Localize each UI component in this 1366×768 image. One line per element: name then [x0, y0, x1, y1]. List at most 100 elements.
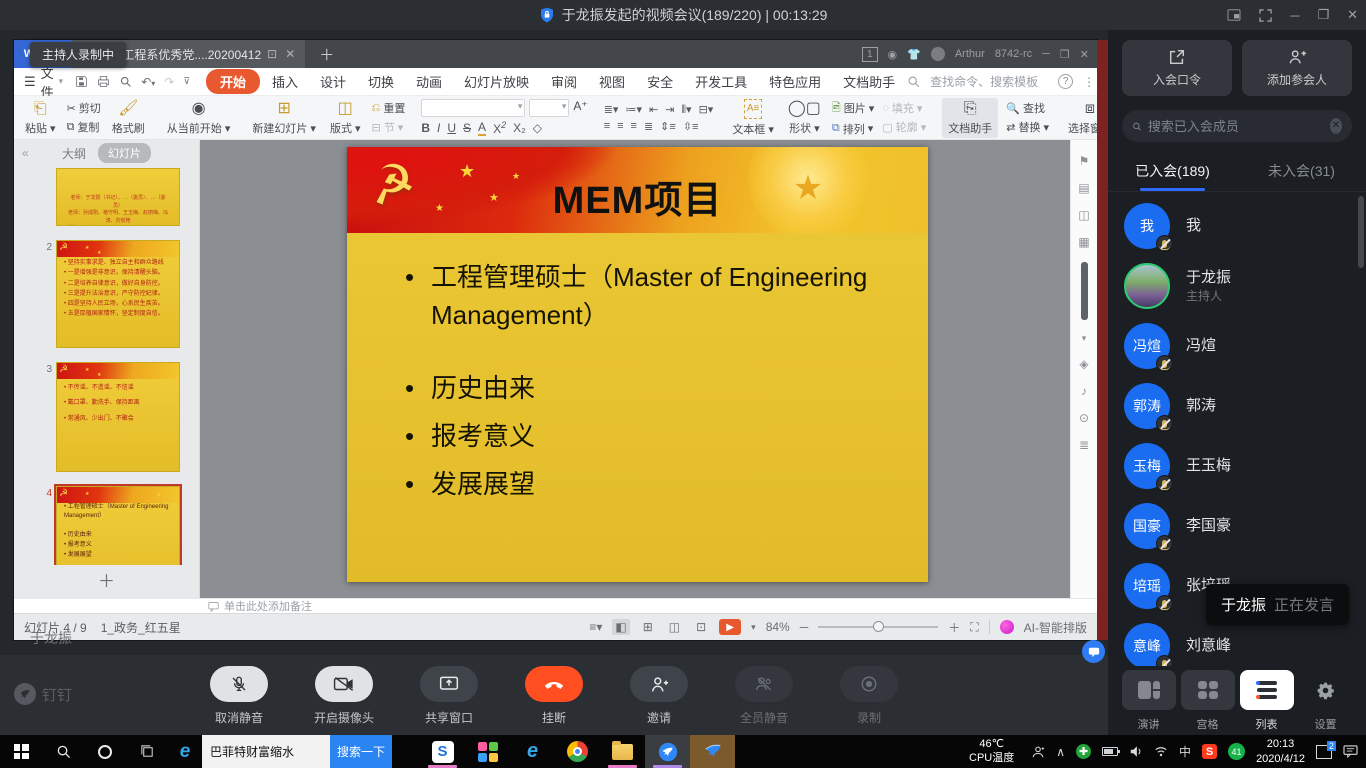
taskbar-search-icon[interactable] — [42, 735, 84, 768]
participant-row[interactable]: 我 我 — [1108, 196, 1366, 256]
tab-joined[interactable]: 已入会(189) — [1108, 152, 1237, 191]
more-menu-icon[interactable]: ⋮ — [1083, 75, 1095, 89]
close-button[interactable]: ✕ — [1347, 7, 1358, 23]
action-center-icon[interactable] — [1343, 745, 1358, 758]
save-icon[interactable] — [75, 75, 88, 88]
italic-button[interactable]: I — [437, 121, 440, 135]
para-spacing-icon[interactable]: ⇳≡ — [683, 120, 699, 133]
restore-button[interactable]: ❐ — [1317, 7, 1329, 23]
object-pane-icon[interactable]: ▦ — [1078, 235, 1089, 249]
bookmark-pane-icon[interactable]: ⚑ — [1079, 154, 1090, 168]
participant-row[interactable]: 国豪 李国豪 — [1108, 496, 1366, 556]
style-pane-icon[interactable]: ◫ — [1078, 208, 1089, 222]
tab-devtools[interactable]: 开发工具 — [685, 69, 757, 94]
thumbnail-slide-2[interactable]: 2 ☭★★ 引言：新冠疫情下的大学生思想 • 坚持实事求是、独立自主和群众路线 … — [40, 240, 191, 348]
tab-slideshow[interactable]: 幻灯片放映 — [454, 69, 539, 94]
sync-icon[interactable]: ◉ — [888, 48, 898, 61]
zoom-in-icon[interactable]: ＋ — [948, 619, 960, 636]
web-search-input[interactable] — [202, 735, 330, 768]
rail-expand-icon[interactable]: ▾ — [1082, 333, 1087, 344]
view-grid-button[interactable]: 宫格 — [1179, 670, 1236, 732]
audio-pane-icon[interactable]: ♪ — [1081, 384, 1087, 398]
view-speaker-button[interactable]: 演讲 — [1120, 670, 1177, 732]
show-view-icon[interactable]: ⊡ — [693, 619, 709, 635]
app-s-icon[interactable]: S — [420, 735, 465, 768]
wps-close-icon[interactable]: ✕ — [1080, 48, 1089, 61]
contacts-tray-icon[interactable] — [1031, 745, 1045, 759]
web-search-button[interactable]: 搜索一下 — [330, 735, 392, 768]
app-colorful-icon[interactable] — [465, 735, 510, 768]
notes-toggle-icon[interactable]: ≡▾ — [589, 620, 602, 634]
reset-button[interactable]: ⎌ 重置 — [372, 100, 406, 116]
tab-not-joined[interactable]: 未入会(31) — [1237, 152, 1366, 191]
participant-row-host[interactable]: 于龙振 主持人 — [1108, 256, 1366, 316]
account-name[interactable]: Arthur — [955, 48, 985, 60]
strikethrough-button[interactable]: S — [463, 121, 471, 135]
clipboard-pane-icon[interactable]: ▤ — [1078, 181, 1089, 195]
clear-format-icon[interactable]: ◇ — [533, 121, 542, 135]
participant-search-input[interactable] — [1147, 118, 1324, 134]
doc-count-badge[interactable]: 1 — [861, 46, 878, 62]
zoom-slider-handle[interactable] — [873, 621, 885, 632]
add-slide-button[interactable]: ＋ — [14, 565, 199, 598]
format-painter-button[interactable]: 🖌 格式刷 — [109, 100, 148, 136]
fullscreen-icon[interactable] — [1259, 8, 1272, 22]
read-view-icon[interactable]: ◫ — [666, 619, 683, 635]
font-name-select[interactable] — [421, 99, 526, 117]
ai-layout-label[interactable]: AI-智能排版 — [1024, 619, 1087, 636]
arrange-button[interactable]: ⧉ 排列 ▾ — [832, 121, 874, 137]
print-icon[interactable] — [97, 75, 110, 88]
text-direction-icon[interactable]: ⫴▾ — [681, 103, 691, 117]
line-spacing-icon[interactable]: ⇕≡ — [660, 120, 676, 133]
zoom-slider[interactable] — [818, 621, 939, 632]
meeting-code-button[interactable]: 入会口令 — [1122, 40, 1232, 96]
slides-tab[interactable]: 幻灯片 — [98, 143, 151, 163]
tab-home[interactable]: 开始 — [205, 69, 260, 94]
app-explorer-icon[interactable] — [600, 735, 645, 768]
replace-button[interactable]: ⇄ 替换 ▾ — [1006, 119, 1049, 135]
wps-minimize-icon[interactable]: ─ — [1042, 48, 1050, 60]
participant-search[interactable]: ✕ — [1122, 110, 1352, 142]
zoom-out-icon[interactable]: ─ — [800, 620, 809, 634]
align-left-icon[interactable]: ≡ — [604, 120, 610, 132]
tab-doc-assistant[interactable]: 文档助手 — [833, 69, 905, 94]
textbox-button[interactable]: A≡ 文本框 ▾ — [729, 98, 777, 137]
app-chrome-icon[interactable] — [555, 735, 600, 768]
grow-font-icon[interactable]: A⁺ — [573, 99, 587, 117]
cpu-temp-widget[interactable]: 46℃ CPU温度 — [969, 738, 1014, 766]
app-dingtalk-meeting-icon[interactable] — [690, 735, 735, 768]
camera-on-button[interactable]: 开启摄像头 — [308, 666, 380, 726]
slideshow-play-button[interactable]: ▶ — [719, 619, 742, 635]
new-slide-button[interactable]: ⊞ 新建幻灯片 ▾ — [249, 100, 319, 136]
view-list-button-selected[interactable]: 列表 — [1238, 670, 1295, 732]
underline-button[interactable]: U — [447, 121, 456, 135]
task-view-icon[interactable] — [126, 735, 168, 768]
new-tab-button[interactable]: ＋ — [319, 44, 334, 65]
thumbnail-list[interactable]: 1 老师：于龙振（书记）、…（委员）、…（委员） 老师：孙成刚、褚守明、王玉梅、… — [14, 166, 199, 565]
fit-slide-icon[interactable]: ⛶ — [970, 620, 978, 635]
app-dingtalk-icon[interactable] — [645, 735, 690, 768]
hidden-icons-chevron[interactable]: ∧ — [1056, 745, 1065, 759]
safety-score-icon[interactable]: 41 — [1228, 743, 1246, 760]
floating-chat-bubble[interactable] — [1082, 640, 1105, 663]
participant-row[interactable]: 玉梅 王玉梅 — [1108, 436, 1366, 496]
minimize-button[interactable]: ─ — [1290, 8, 1299, 23]
participant-row[interactable]: 郭涛 郭涛 — [1108, 376, 1366, 436]
edge-widget-icon[interactable]: e — [168, 735, 202, 768]
taskbar-clock[interactable]: 20:13 2020/4/12 — [1256, 737, 1305, 766]
columns-icon[interactable]: ⊟▾ — [699, 103, 714, 116]
preview-icon[interactable] — [119, 75, 132, 88]
outline-tab[interactable]: 大纲 — [62, 145, 86, 162]
unmute-button[interactable]: 取消静音 — [203, 666, 275, 726]
bold-button[interactable]: B — [421, 121, 430, 135]
share-window-button[interactable]: 共享窗口 — [413, 666, 485, 726]
thumbnail-slide-1[interactable]: 1 老师：于龙振（书记）、…（委员）、…（委员） 老师：孙成刚、褚守明、王玉梅、… — [40, 168, 191, 226]
thumbnail-slide-3[interactable]: 3 ☭★★ 新冠疫情下的大学生行为规范 • 不传谣、不造谣、不信谣 • 戴口罩、… — [40, 362, 191, 472]
tab-close-icon[interactable]: ✕ — [285, 47, 295, 61]
file-menu[interactable]: ☰ 文件 ▾ — [24, 63, 63, 101]
volume-icon[interactable] — [1129, 745, 1143, 758]
collapse-pane-icon[interactable]: « — [22, 146, 29, 160]
tab-special-apps[interactable]: 特色应用 — [759, 69, 831, 94]
layout-button[interactable]: ◫ 版式 ▾ — [327, 100, 364, 136]
subscript-button[interactable]: X₂ — [513, 121, 526, 135]
